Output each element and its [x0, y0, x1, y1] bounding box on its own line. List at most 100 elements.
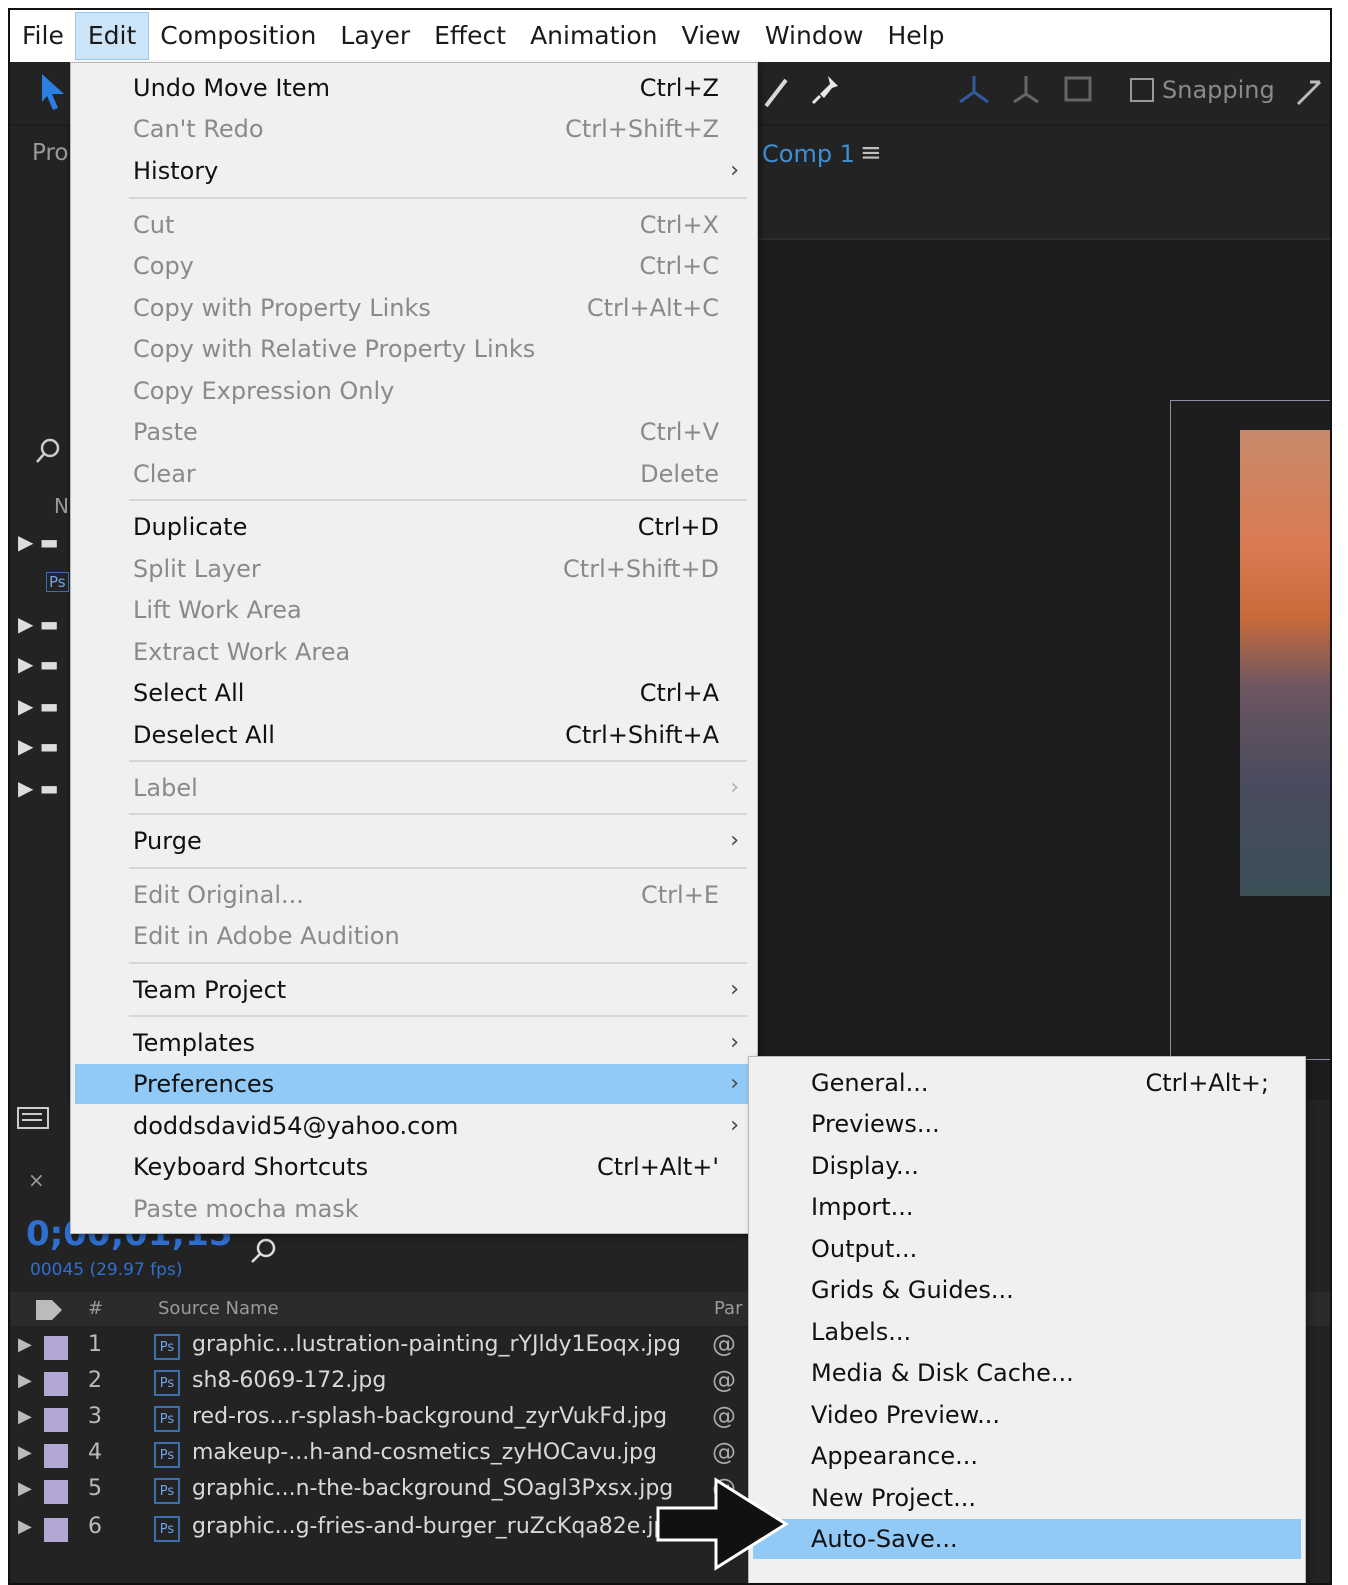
expand-triangle-icon[interactable]: ▶ [18, 1442, 32, 1463]
menu-effect[interactable]: Effect [422, 13, 518, 59]
column-source-name[interactable]: Source Name [158, 1298, 279, 1319]
render-queue-icon[interactable] [14, 1104, 54, 1134]
submenu-arrow-icon: › [730, 1113, 739, 1138]
tab-comp-1[interactable]: Comp 1 [762, 140, 855, 168]
menu-item-undo[interactable]: Undo Move Item Ctrl+Z [75, 68, 751, 108]
label-tag-icon[interactable] [34, 1298, 64, 1322]
project-folder-row[interactable]: ▶ ▬ [18, 776, 59, 800]
expand-triangle-icon[interactable]: ▶ [18, 1516, 32, 1537]
selection-tool-icon[interactable] [38, 72, 68, 112]
pref-item-output[interactable]: Output... [753, 1229, 1301, 1269]
menu-item-split-layer[interactable]: Split Layer Ctrl+Shift+D [75, 549, 751, 589]
menu-animation[interactable]: Animation [518, 13, 669, 59]
pref-item-labels[interactable]: Labels... [753, 1312, 1301, 1352]
axis-world-icon[interactable] [1006, 72, 1046, 108]
expand-triangle-icon[interactable]: ▶ [18, 1370, 32, 1391]
pref-item-new-project[interactable]: New Project... [753, 1478, 1301, 1518]
menu-item-keyboard-shortcuts[interactable]: Keyboard Shortcuts Ctrl+Alt+' [75, 1147, 751, 1187]
timeline-search-icon[interactable] [248, 1236, 282, 1266]
expand-triangle-icon[interactable]: ▶ [18, 1406, 32, 1427]
label-color-swatch[interactable] [44, 1372, 68, 1396]
pref-item-previews[interactable]: Previews... [753, 1104, 1301, 1144]
menu-item-paste[interactable]: Paste Ctrl+V [75, 412, 751, 452]
project-folder-row[interactable]: ▶ ▬ [18, 530, 59, 554]
layer-name[interactable]: graphic...g-fries-and-burger_ruZcKqa82e.… [192, 1514, 681, 1539]
menu-item-duplicate[interactable]: Duplicate Ctrl+D [75, 507, 751, 547]
menu-item-team-project[interactable]: Team Project › [75, 970, 751, 1010]
menu-item-paste-mocha-mask[interactable]: Paste mocha mask [75, 1189, 751, 1229]
menu-item-copy[interactable]: Copy Ctrl+C [75, 246, 751, 286]
menu-item-cut[interactable]: Cut Ctrl+X [75, 205, 751, 245]
menu-view[interactable]: View [670, 13, 753, 59]
menu-item-templates[interactable]: Templates › [75, 1023, 751, 1063]
label-color-swatch[interactable] [44, 1408, 68, 1432]
layer-name[interactable]: graphic...n-the-background_SOagl3Pxsx.jp… [192, 1476, 673, 1501]
menu-item-copy-relative-links[interactable]: Copy with Relative Property Links [75, 329, 751, 369]
column-parent[interactable]: Par [714, 1298, 742, 1319]
label-color-swatch[interactable] [44, 1444, 68, 1468]
pref-item-auto-save[interactable]: Auto-Save... [753, 1519, 1301, 1559]
search-icon[interactable] [34, 436, 64, 466]
menu-item-copy-property-links[interactable]: Copy with Property Links Ctrl+Alt+C [75, 288, 751, 328]
label-color-swatch[interactable] [44, 1518, 68, 1542]
project-folder-row[interactable]: ▶ ▬ [18, 694, 59, 718]
menu-item-history[interactable]: History › [75, 151, 751, 191]
expand-triangle-icon[interactable]: ▶ [18, 1334, 32, 1355]
snap-options-icon[interactable] [1294, 76, 1326, 108]
menu-item-purge[interactable]: Purge › [75, 821, 751, 861]
snapping-toggle[interactable]: Snapping [1130, 76, 1275, 104]
parent-pickwhip-icon[interactable]: @ [712, 1402, 736, 1430]
pref-item-video-preview[interactable]: Video Preview... [753, 1395, 1301, 1435]
layer-name[interactable]: graphic...lustration-painting_rYJldy1Eoq… [192, 1332, 681, 1357]
project-ps-row[interactable]: Ps [46, 572, 69, 592]
menu-item-edit-in-audition[interactable]: Edit in Adobe Audition [75, 916, 751, 956]
pref-item-grids-guides[interactable]: Grids & Guides... [753, 1270, 1301, 1310]
label-color-swatch[interactable] [44, 1336, 68, 1360]
project-folder-row[interactable]: ▶ ▬ [18, 734, 59, 758]
project-folder-row[interactable]: ▶ ▬ [18, 652, 59, 676]
label-color-swatch[interactable] [44, 1480, 68, 1504]
menu-item-label[interactable]: Label › [75, 768, 751, 808]
pref-item-appearance[interactable]: Appearance... [753, 1436, 1301, 1476]
menu-item-deselect-all[interactable]: Deselect All Ctrl+Shift+A [75, 715, 751, 755]
column-number[interactable]: # [88, 1298, 103, 1319]
menu-composition[interactable]: Composition [148, 13, 328, 59]
layer-name[interactable]: red-ros...r-splash-background_zyrVukFd.j… [192, 1404, 667, 1429]
pin-tool-icon[interactable] [810, 72, 846, 110]
menu-item-clear[interactable]: Clear Delete [75, 454, 751, 494]
pref-item-general[interactable]: General... Ctrl+Alt+; [753, 1063, 1301, 1103]
close-icon[interactable]: × [28, 1168, 45, 1192]
pref-item-display[interactable]: Display... [753, 1146, 1301, 1186]
brush-tool-icon[interactable] [762, 74, 792, 110]
layer-number: 2 [88, 1368, 102, 1393]
menu-help[interactable]: Help [875, 13, 956, 59]
parent-pickwhip-icon[interactable]: @ [712, 1438, 736, 1466]
project-folder-row[interactable]: ▶ ▬ [18, 612, 59, 636]
layer-name[interactable]: sh8-6069-172.jpg [192, 1368, 386, 1393]
menu-layer[interactable]: Layer [328, 13, 422, 59]
menu-item-copy-expression[interactable]: Copy Expression Only [75, 371, 751, 411]
menu-item-lift-work-area[interactable]: Lift Work Area [75, 590, 751, 630]
pref-item-media-disk-cache[interactable]: Media & Disk Cache... [753, 1353, 1301, 1393]
menu-item-extract-work-area[interactable]: Extract Work Area [75, 632, 751, 672]
layer-name[interactable]: makeup-...h-and-cosmetics_zyHOCavu.jpg [192, 1440, 657, 1465]
menu-item-preferences[interactable]: Preferences › [75, 1064, 751, 1104]
parent-pickwhip-icon[interactable]: @ [712, 1330, 736, 1358]
pref-item-import[interactable]: Import... [753, 1187, 1301, 1227]
expand-triangle-icon[interactable]: ▶ [18, 1478, 32, 1499]
project-panel-tab[interactable]: Pro [32, 140, 69, 166]
menu-edit[interactable]: Edit [74, 12, 150, 60]
parent-pickwhip-icon[interactable]: @ [712, 1366, 736, 1394]
axis-view-icon[interactable] [1058, 72, 1098, 108]
menu-file[interactable]: File [10, 13, 76, 59]
panel-menu-icon[interactable]: ≡ [860, 138, 882, 168]
snapping-checkbox[interactable] [1130, 78, 1154, 102]
menu-item-redo[interactable]: Can't Redo Ctrl+Shift+Z [75, 109, 751, 149]
menu-item-select-all[interactable]: Select All Ctrl+A [75, 673, 751, 713]
menu-separator [129, 499, 747, 501]
menu-item-edit-original[interactable]: Edit Original... Ctrl+E [75, 875, 751, 915]
menu-item-account[interactable]: doddsdavid54@yahoo.com › [75, 1106, 751, 1146]
submenu-arrow-icon: › [730, 1030, 739, 1055]
menu-window[interactable]: Window [753, 13, 876, 59]
axis-local-icon[interactable] [954, 72, 994, 108]
